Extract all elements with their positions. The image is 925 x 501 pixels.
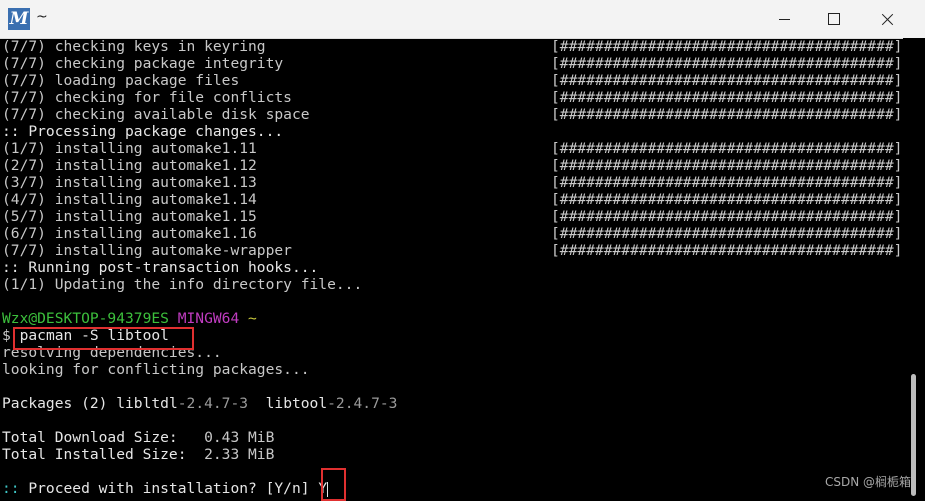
answer-input[interactable]: Y <box>318 480 327 497</box>
mintty-app-icon[interactable]: M <box>8 8 30 30</box>
terminal-line: (7/7) installing automake-wrapper [######… <box>2 242 903 259</box>
title-bar: M ~ <box>0 0 925 39</box>
text-cursor <box>327 481 329 497</box>
terminal-output[interactable]: (7/7) checking keys in keyring [#########… <box>0 38 903 500</box>
vertical-scrollbar[interactable] <box>903 38 925 500</box>
terminal-line: (3/7) installing automake1.13 [##########… <box>2 174 903 191</box>
terminal-line: (5/7) installing automake1.15 [##########… <box>2 208 903 225</box>
terminal-line: (1/7) installing automake1.11 [##########… <box>2 140 903 157</box>
terminal-line: (7/7) loading package files [############… <box>2 72 903 89</box>
close-button[interactable] <box>864 0 910 38</box>
prompt-user-host: Wzx@DESKTOP-94379ES <box>2 310 169 327</box>
download-size-line: Total Download Size: 0.43 MiB <box>2 429 275 446</box>
processing-line: :: Processing package changes... <box>2 123 284 140</box>
terminal-line: looking for conflicting packages... <box>2 361 310 378</box>
terminal-line: (7/7) checking available disk space [####… <box>2 106 903 123</box>
prompt-env: MINGW64 <box>177 310 240 327</box>
prompt-symbol: $ <box>2 327 11 344</box>
prompt-cwd: ~ <box>248 310 257 327</box>
prompt-line: Wzx@DESKTOP-94379ES MINGW64 ~ <box>0 310 903 327</box>
proceed-line: :: Proceed with installation? [Y/n] Y <box>2 480 329 497</box>
window-title: ~ <box>36 9 48 25</box>
terminal-line: (2/7) installing automake1.12 [##########… <box>2 157 903 174</box>
terminal-line: (7/7) checking package integrity [#######… <box>2 55 903 72</box>
terminal-line: (4/7) installing automake1.14 [##########… <box>2 191 903 208</box>
info-line: (1/1) Updating the info directory file..… <box>2 276 363 293</box>
watermark: CSDN @榈栀箱 <box>824 475 911 489</box>
terminal-line: (7/7) checking for file conflicts [######… <box>2 89 903 106</box>
command-text: pacman -S libtool <box>19 327 169 344</box>
command-line: $ pacman -S libtool <box>0 327 903 344</box>
packages-line: Packages (2) libltdl-2.4.7-3 libtool-2.4… <box>2 395 398 412</box>
scrollbar-thumb[interactable] <box>911 374 916 496</box>
maximize-button[interactable] <box>810 0 856 38</box>
hooks-line: :: Running post-transaction hooks... <box>2 259 319 276</box>
minimize-button[interactable] <box>762 0 808 38</box>
terminal-line: (7/7) checking keys in keyring [#########… <box>2 38 903 55</box>
installed-size-line: Total Installed Size: 2.33 MiB <box>2 446 275 463</box>
terminal-line: resolving dependencies... <box>2 344 222 361</box>
terminal-line: (6/7) installing automake1.16 [##########… <box>2 225 903 242</box>
